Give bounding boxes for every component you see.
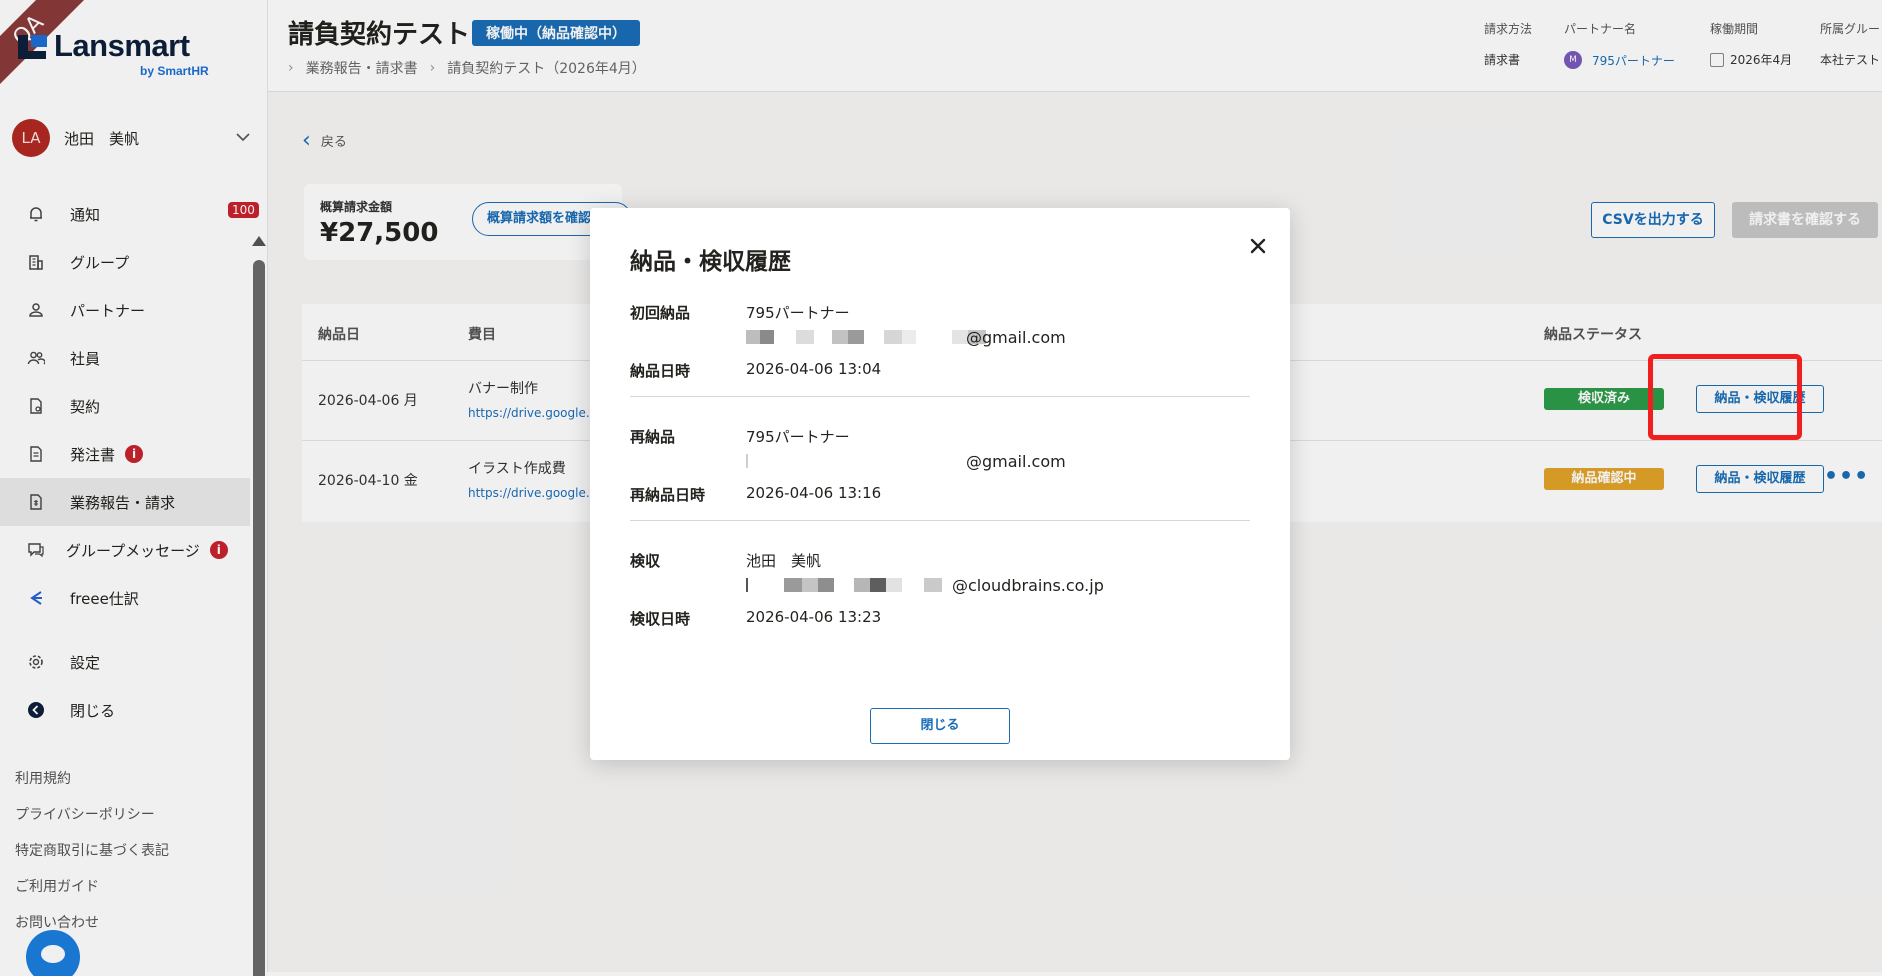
delivery-datetime-label: 納品日時 [630,362,691,380]
redelivery-label: 再納品 [630,428,676,446]
close-icon[interactable] [1244,232,1272,260]
redelivery-name: 795パートナー [746,428,850,446]
inspection-email: @cloudbrains.co.jp [746,574,1166,596]
first-delivery-name: 795パートナー [746,304,850,322]
divider [630,396,1250,397]
inspection-datetime-value: 2026-04-06 13:23 [746,608,882,626]
inspection-name: 池田 美帆 [746,552,822,570]
email-domain: @gmail.com [966,452,1066,471]
email-domain: @gmail.com [966,328,1066,347]
inspection-datetime-label: 検収日時 [630,610,691,628]
close-button[interactable]: 閉じる [870,708,1010,744]
annotation-highlight-box [1648,354,1802,440]
first-delivery-email: @gmail.com [746,326,1126,348]
delivery-datetime-value: 2026-04-06 13:04 [746,360,882,378]
divider [630,520,1250,521]
email-domain: @cloudbrains.co.jp [952,576,1104,595]
inspection-label: 検収 [630,552,661,570]
redelivery-email: @gmail.com [746,450,1126,472]
redelivery-datetime-value: 2026-04-06 13:16 [746,484,882,502]
delivery-history-modal: 納品・検収履歴 初回納品 795パートナー @gmail.com 納品日時 20… [590,208,1290,760]
first-delivery-label: 初回納品 [630,304,691,322]
modal-title: 納品・検収履歴 [630,249,791,275]
redelivery-datetime-label: 再納品日時 [630,486,706,504]
